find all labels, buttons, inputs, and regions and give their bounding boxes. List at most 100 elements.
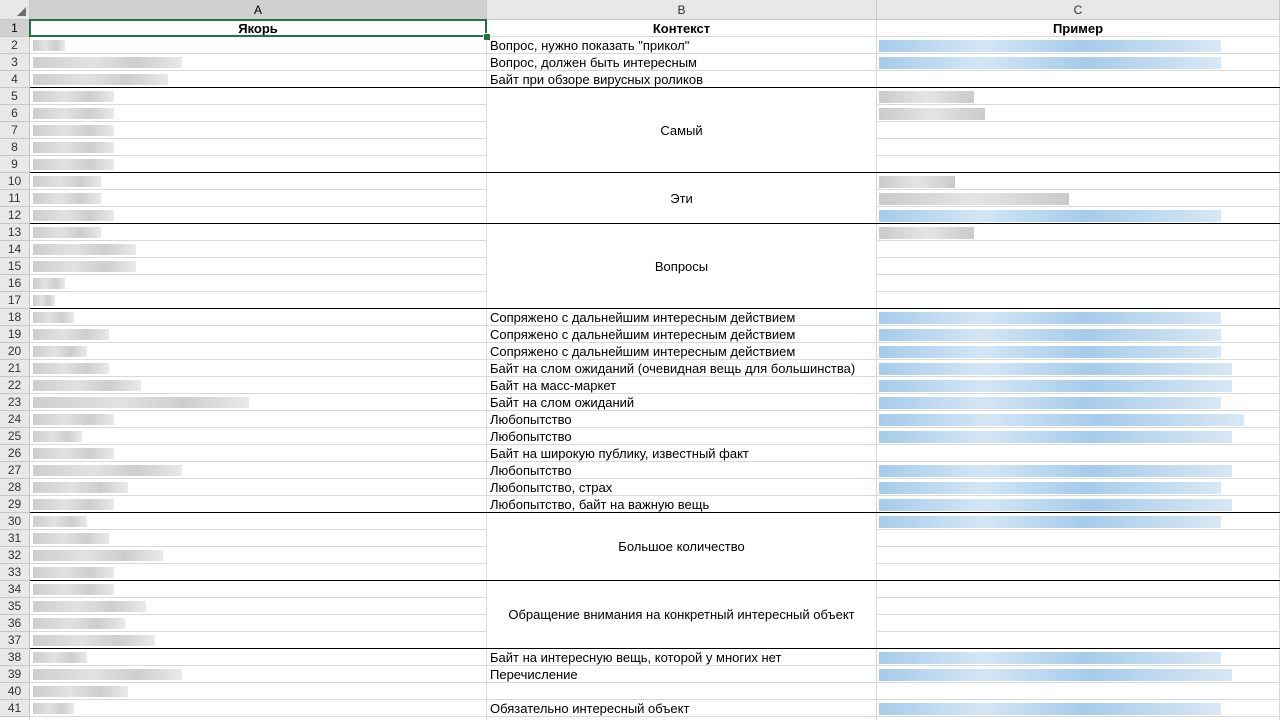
spreadsheet-grid[interactable]: A B C 1 2 3 4 5 6 7 8 9 10 11 12 13 14 15 16 17 18 19 20 21 22 23… — [0, 0, 1280, 720]
context-cell[interactable]: Перечисление — [487, 666, 876, 683]
row-header-2[interactable]: 2 — [0, 37, 30, 54]
context-cell[interactable]: Обязательно интересный объект — [487, 700, 876, 717]
redacted-example-text — [879, 193, 1069, 205]
row-header-29[interactable]: 29 — [0, 496, 30, 513]
context-cell[interactable]: Любопытство — [487, 428, 876, 445]
redacted-anchor-text — [33, 91, 114, 102]
row-header-8[interactable]: 8 — [0, 139, 30, 156]
merged-context-cell[interactable]: Самый — [487, 88, 876, 172]
row-header-31[interactable]: 31 — [0, 530, 30, 547]
context-cell[interactable]: Байт на слом ожиданий (очевидная вещь дл… — [487, 360, 876, 377]
context-cell[interactable]: Вопрос, должен быть интересным — [487, 54, 876, 71]
redacted-anchor-text — [33, 584, 114, 595]
redacted-anchor-text — [33, 210, 114, 221]
merged-context-cell[interactable]: Вопросы — [487, 224, 876, 308]
redacted-anchor-text — [33, 142, 114, 153]
fill-handle[interactable] — [483, 33, 491, 41]
row-header-22[interactable]: 22 — [0, 377, 30, 394]
redacted-anchor-text — [33, 567, 114, 578]
context-cell[interactable]: Сопряжено с дальнейшим интересным действ… — [487, 343, 876, 360]
row-header-36[interactable]: 36 — [0, 615, 30, 632]
gridline-v — [876, 20, 877, 720]
row-header-19[interactable]: 19 — [0, 326, 30, 343]
row-header-27[interactable]: 27 — [0, 462, 30, 479]
column-header-a[interactable]: A — [30, 0, 487, 20]
context-cell[interactable]: Байт при обзоре вирусных роликов — [487, 71, 876, 88]
group-boundary-line — [30, 648, 1280, 649]
row-header-34[interactable]: 34 — [0, 581, 30, 598]
merged-context-cell[interactable]: Большое количество — [487, 513, 876, 580]
merged-context-text: Самый — [660, 122, 703, 138]
row-header-3[interactable]: 3 — [0, 54, 30, 71]
context-cell[interactable]: Любопытство, страх — [487, 479, 876, 496]
row-header-21[interactable]: 21 — [0, 360, 30, 377]
redacted-anchor-text — [33, 261, 136, 272]
row-header-23[interactable]: 23 — [0, 394, 30, 411]
redacted-anchor-text — [33, 346, 87, 357]
row-header-38[interactable]: 38 — [0, 649, 30, 666]
column-header-b[interactable]: B — [487, 0, 877, 20]
row-header-9[interactable]: 9 — [0, 156, 30, 173]
merged-context-text: Эти — [670, 190, 693, 206]
redacted-example-text — [879, 346, 1221, 358]
row-header-40[interactable]: 40 — [0, 683, 30, 700]
row-header-7[interactable]: 7 — [0, 122, 30, 139]
group-boundary-line — [30, 512, 1280, 513]
row-header-1[interactable]: 1 — [0, 20, 30, 37]
row-header-12[interactable]: 12 — [0, 207, 30, 224]
context-cell[interactable]: Любопытство — [487, 411, 876, 428]
row-header-15[interactable]: 15 — [0, 258, 30, 275]
redacted-example-text — [879, 414, 1244, 426]
context-cell[interactable]: Байт на слом ожиданий — [487, 394, 876, 411]
context-cell[interactable]: Любопытство — [487, 462, 876, 479]
row-header-18[interactable]: 18 — [0, 309, 30, 326]
redacted-example-text — [879, 91, 974, 103]
merged-context-cell[interactable]: Эти — [487, 173, 876, 223]
row-header-37[interactable]: 37 — [0, 632, 30, 649]
group-boundary-line — [30, 87, 1280, 88]
header-cell-a[interactable]: Якорь — [30, 20, 486, 37]
row-header-28[interactable]: 28 — [0, 479, 30, 496]
header-cell-c[interactable]: Пример — [877, 20, 1279, 37]
row-header-5[interactable]: 5 — [0, 88, 30, 105]
context-cell[interactable]: Любопытство, байт на важную вещь — [487, 496, 876, 513]
context-cell[interactable]: Байт на масс-маркет — [487, 377, 876, 394]
header-cell-b[interactable]: Контекст — [487, 20, 876, 37]
row-header-4[interactable]: 4 — [0, 71, 30, 88]
row-header-13[interactable]: 13 — [0, 224, 30, 241]
context-cell[interactable]: Байт на интересную вещь, которой у многи… — [487, 649, 876, 666]
redacted-anchor-text — [33, 686, 128, 697]
row-header-39[interactable]: 39 — [0, 666, 30, 683]
redacted-anchor-text — [33, 380, 141, 391]
redacted-anchor-text — [33, 108, 114, 119]
row-header-35[interactable]: 35 — [0, 598, 30, 615]
row-header-14[interactable]: 14 — [0, 241, 30, 258]
row-header-25[interactable]: 25 — [0, 428, 30, 445]
row-header-11[interactable]: 11 — [0, 190, 30, 207]
merged-context-cell[interactable]: Обращение внимания на конкретный интерес… — [487, 581, 876, 648]
redacted-anchor-text — [33, 652, 87, 663]
context-cell[interactable]: Сопряжено с дальнейшим интересным действ… — [487, 309, 876, 326]
redacted-anchor-text — [33, 244, 136, 255]
row-header-26[interactable]: 26 — [0, 445, 30, 462]
redacted-anchor-text — [33, 193, 101, 204]
select-all-corner[interactable] — [0, 0, 30, 20]
redacted-example-text — [879, 227, 974, 239]
merged-context-text: Обращение внимания на конкретный интерес… — [508, 607, 855, 622]
row-header-6[interactable]: 6 — [0, 105, 30, 122]
row-header-24[interactable]: 24 — [0, 411, 30, 428]
row-header-32[interactable]: 32 — [0, 547, 30, 564]
context-cell[interactable]: Вопрос, нужно показать "прикол" — [487, 37, 876, 54]
row-header-17[interactable]: 17 — [0, 292, 30, 309]
row-header-16[interactable]: 16 — [0, 275, 30, 292]
row-header-20[interactable]: 20 — [0, 343, 30, 360]
row-header-41[interactable]: 41 — [0, 700, 30, 717]
row-header-33[interactable]: 33 — [0, 564, 30, 581]
context-cell[interactable]: Сопряжено с дальнейшим интересным действ… — [487, 326, 876, 343]
context-cell[interactable]: Байт на широкую публику, известный факт — [487, 445, 876, 462]
row-header-30[interactable]: 30 — [0, 513, 30, 530]
row-header-10[interactable]: 10 — [0, 173, 30, 190]
redacted-anchor-text — [33, 533, 109, 544]
column-header-c[interactable]: C — [877, 0, 1280, 20]
redacted-example-text — [879, 465, 1232, 477]
